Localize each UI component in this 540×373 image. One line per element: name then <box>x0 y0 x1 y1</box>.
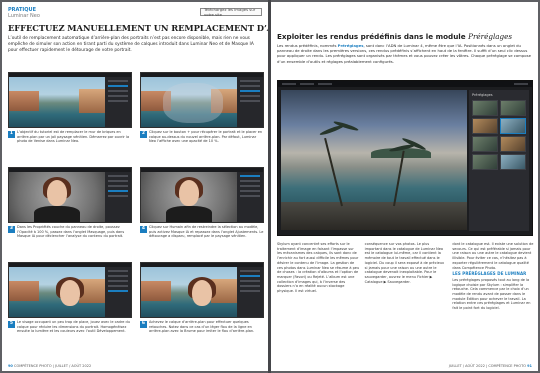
step-6: 6 Achevez le calque d’arrière-plan pour … <box>140 262 264 334</box>
step-number: 1 <box>8 131 15 138</box>
preset-thumbnail[interactable] <box>472 136 498 152</box>
body-columns: Skylum ayant concentré ses efforts sur l… <box>277 242 535 311</box>
left-page: PRATIQUE Luminar Neo Téléchargez les ima… <box>2 2 268 371</box>
article-title: EFFECTUEZ MANUELLEMENT UN REMPLACEMENT D… <box>8 23 268 33</box>
portrait-overlay <box>163 83 223 123</box>
step-caption: L’objectif du tutoriel est de remplacer … <box>17 130 130 143</box>
issue-date: JUILLET / AOÛT 2022 <box>448 364 485 368</box>
step-1-screenshot <box>8 72 132 128</box>
page-number: 90 <box>8 364 13 368</box>
app-titlebar <box>278 81 532 87</box>
presets-panel-header: Préréglages <box>472 93 493 97</box>
step-number: 6 <box>140 321 147 328</box>
step-number: 3 <box>8 226 15 233</box>
download-note: Téléchargez les images sur votre site <box>200 7 262 17</box>
section-intro: Les rendus prédéfinis, nommés Préréglage… <box>277 43 531 64</box>
editor-panel <box>237 77 263 127</box>
step-6-screenshot <box>140 262 264 318</box>
body-column-3: dont le catalogue est. Il existe une sol… <box>452 242 534 311</box>
issue-date: JUILLET / AOÛT 2022 <box>55 364 92 368</box>
preset-thumbnail[interactable] <box>472 118 498 134</box>
page-number: 91 <box>527 364 532 368</box>
rubric-sublabel: Luminar Neo <box>8 13 40 19</box>
preset-thumbnail[interactable] <box>472 154 498 170</box>
preset-thumbnail[interactable] <box>472 100 498 116</box>
right-page: Exploiter les rendus prédéfinis dans le … <box>271 2 538 371</box>
step-1: 1 L’objectif du tutoriel est de remplace… <box>8 72 132 144</box>
step-4: 4 Cliquez sur Humain afin de restreindre… <box>140 167 264 239</box>
editor-panel <box>105 267 131 317</box>
section-title: Exploiter les rendus prédéfinis dans le … <box>277 32 513 41</box>
step-5: 5 Le visage occupant un peu trop de plac… <box>8 262 132 334</box>
section-rubric: PRATIQUE Luminar Neo <box>8 7 40 19</box>
editor-panel <box>237 267 263 317</box>
editor-panel <box>105 77 131 127</box>
magazine-spread: PRATIQUE Luminar Neo Téléchargez les ima… <box>0 0 540 373</box>
magazine-name: COMPÉTENCE PHOTO <box>14 364 52 368</box>
magazine-name: COMPÉTENCE PHOTO <box>488 364 526 368</box>
presets-panel: Préréglages <box>469 90 529 231</box>
portrait-image <box>141 172 237 222</box>
preset-thumbnail[interactable] <box>500 154 526 170</box>
body-column-2: conséquence sur vos photos. Le plus impo… <box>364 242 445 284</box>
venice-canal-image <box>9 77 105 127</box>
body-column-1: Skylum ayant concentré ses efforts sur l… <box>277 242 360 294</box>
step-caption: Achevez le calque d’arrière-plan pour ef… <box>149 320 255 333</box>
step-caption: Le visage occupant un peu trop de place,… <box>17 320 130 333</box>
editor-panel <box>105 172 131 222</box>
step-4-screenshot <box>140 167 264 223</box>
sidebar-heading: LES PRÉRÉGLAGES DE LUMINAR <box>452 271 527 277</box>
right-footer: JUILLET / AOÛT 2022 | COMPÉTENCE PHOTO 9… <box>448 364 532 368</box>
step-number: 4 <box>140 226 147 233</box>
download-note-text: Téléchargez les images sur votre site <box>204 7 256 17</box>
step-5-screenshot <box>8 262 132 318</box>
preset-grid <box>472 100 526 170</box>
step-caption: Cliquez sur Humain afin de restreindre l… <box>149 225 264 238</box>
step-2-screenshot <box>140 72 264 128</box>
article-intro: L’outil de remplacement automatique d’ar… <box>8 36 254 53</box>
luminar-screenshot: Préréglages <box>277 80 533 236</box>
step-3-screenshot <box>8 167 132 223</box>
preset-thumbnail[interactable] <box>500 136 526 152</box>
editor-panel <box>237 172 263 222</box>
step-number: 5 <box>8 321 15 328</box>
preset-thumbnail[interactable] <box>500 100 526 116</box>
step-3: 3 Dans les Propriétés couche du panneau … <box>8 167 132 239</box>
step-caption: Cliquez sur le bouton + pour récupérer l… <box>149 130 263 143</box>
step-number: 2 <box>140 131 147 138</box>
step-2: 2 Cliquez sur le bouton + pour récupérer… <box>140 72 264 144</box>
section-title-italic: Préréglages <box>468 32 513 41</box>
preset-thumbnail[interactable] <box>500 118 526 134</box>
step-caption: Dans les Propriétés couche du panneau de… <box>17 225 125 238</box>
left-footer: 90 COMPÉTENCE PHOTO | JUILLET / AOÛT 202… <box>8 364 92 368</box>
beach-photo <box>281 90 467 230</box>
portrait-image <box>9 172 105 222</box>
